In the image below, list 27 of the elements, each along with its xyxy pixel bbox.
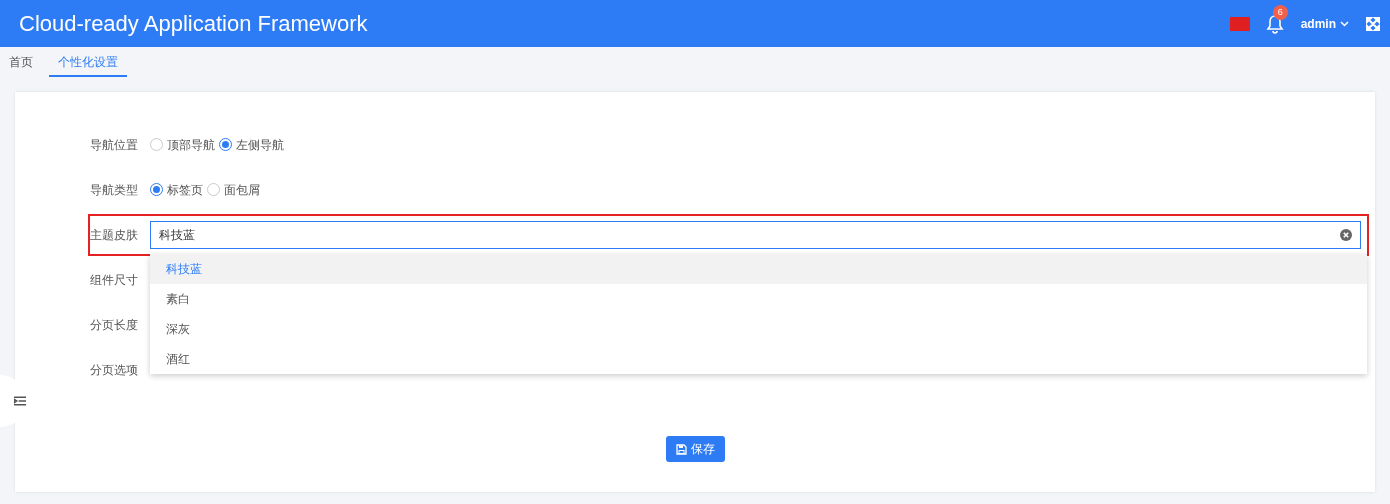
field-label: 分页选项 (90, 361, 139, 379)
select-field[interactable]: 科技蓝 (150, 221, 1361, 249)
user-menu[interactable]: admin (1299, 13, 1350, 34)
field-label: 分页长度 (90, 316, 139, 334)
bell-icon[interactable] (1265, 13, 1284, 34)
dropdown-item[interactable]: 酒红 (150, 344, 1367, 374)
notification-badge: 6 (1272, 4, 1288, 20)
dropdown-item[interactable]: 科技蓝 (150, 254, 1367, 284)
radio-option[interactable]: 顶部导航 (150, 135, 215, 154)
field-label: 组件尺寸 (90, 271, 139, 289)
tab[interactable]: 个性化设置 (49, 47, 127, 77)
field-label: 主题皮肤 (90, 227, 139, 244)
radio-option[interactable]: 标签页 (150, 180, 203, 199)
save-icon (675, 443, 687, 455)
save-button[interactable]: 保存 (665, 436, 725, 462)
dropdown-item[interactable]: 素白 (150, 284, 1367, 314)
fullscreen-icon[interactable] (1366, 16, 1380, 31)
caret-icon (1340, 20, 1349, 27)
tab[interactable]: 首页 (0, 47, 42, 77)
app-title: Cloud-ready Application Framework (19, 10, 368, 38)
radio-option[interactable]: 左侧导航 (219, 135, 284, 154)
clear-icon[interactable] (1340, 229, 1352, 241)
radio-option[interactable]: 面包屑 (207, 180, 260, 199)
field-label: 导航类型 (90, 181, 139, 199)
list-icon[interactable] (14, 396, 26, 406)
field-label: 导航位置 (90, 136, 139, 154)
dropdown-item[interactable]: 深灰 (150, 314, 1367, 344)
